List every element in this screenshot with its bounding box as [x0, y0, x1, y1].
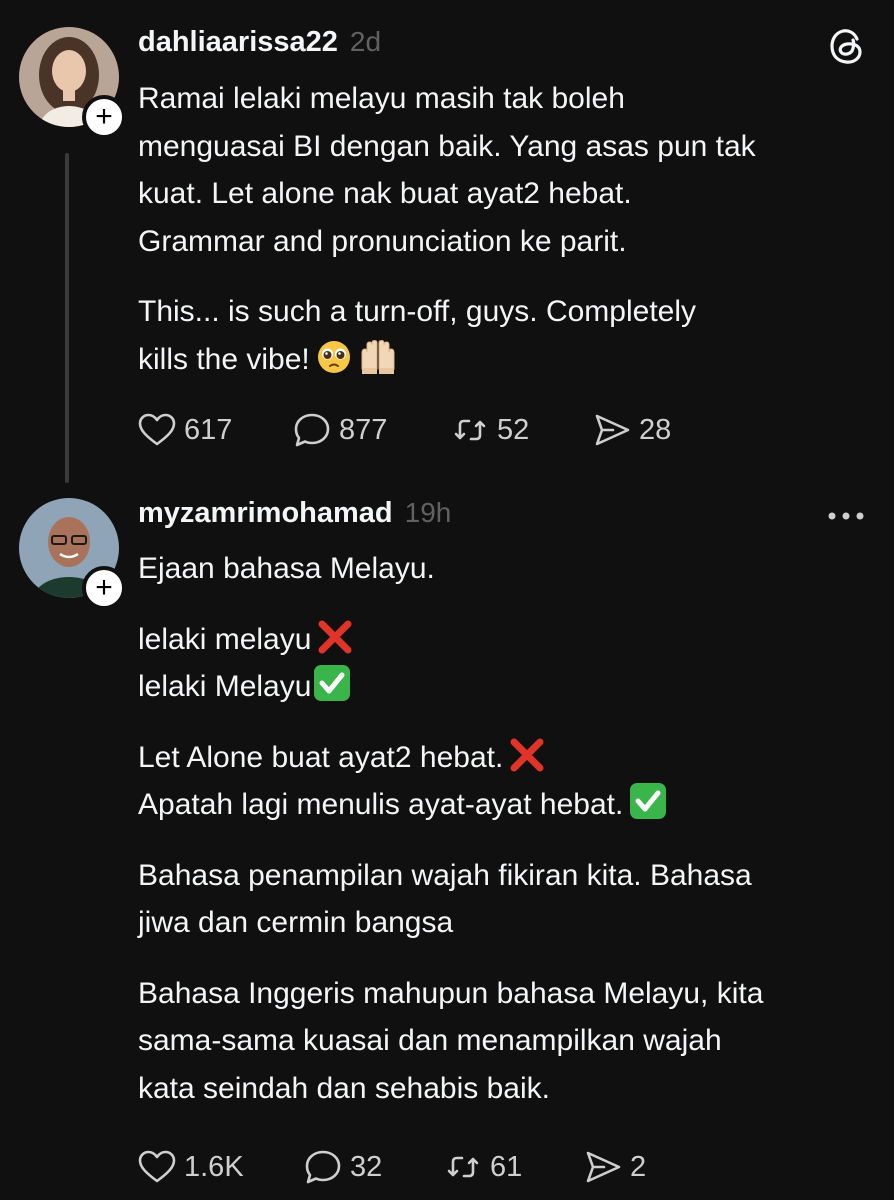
thread-connector-line — [65, 153, 69, 483]
post-text-line: lelaki melayu — [138, 616, 878, 664]
heart-icon — [138, 413, 176, 446]
like-count: 1.6K — [184, 1150, 244, 1183]
cross-mark-icon — [510, 738, 544, 771]
comment-button[interactable]: 32 — [304, 1149, 444, 1185]
repost-icon — [454, 419, 486, 441]
post-body: Ramai lelaki melayu masih tak boleh meng… — [138, 75, 878, 383]
pleading-face-icon — [317, 340, 350, 373]
follow-plus-button[interactable]: + — [82, 95, 126, 139]
like-count: 617 — [184, 413, 233, 446]
post-text-line: This... is such a turn-off, guys. Comple… — [138, 295, 697, 328]
post-text-line: jiwa dan cermin bangsa — [138, 906, 454, 939]
comment-button[interactable]: 877 — [293, 412, 451, 448]
username[interactable]: myzamrimohamad — [138, 497, 393, 530]
like-button[interactable]: 1.6K — [138, 1150, 304, 1184]
comment-icon — [305, 1150, 341, 1184]
post-text-line: kills the vibe! — [138, 336, 878, 384]
check-mark-icon — [314, 665, 351, 701]
follow-plus-button[interactable]: + — [82, 566, 126, 610]
plus-icon: + — [95, 100, 113, 133]
post-text-line: Ramai lelaki melayu masih tak boleh — [138, 82, 625, 115]
share-count: 28 — [639, 413, 672, 446]
post-actions: 617 877 52 28 — [138, 412, 671, 448]
share-count: 2 — [630, 1150, 647, 1183]
comment-icon — [294, 413, 330, 447]
like-button[interactable]: 617 — [138, 413, 293, 447]
share-icon — [595, 414, 630, 446]
repost-count: 61 — [490, 1150, 523, 1183]
post-text-line: sama-sama kuasai dan menampilkan wajah — [138, 1024, 722, 1057]
timestamp: 19h — [404, 497, 452, 528]
more-icon[interactable] — [826, 510, 866, 522]
post-text-line: Ejaan bahasa Melayu. — [138, 552, 435, 585]
post-text-line: kata seindah dan sehabis baik. — [138, 1071, 550, 1105]
post-text-line: Bahasa penampilan wajah fikiran kita. Ba… — [138, 858, 752, 892]
post-text-line: menguasai BI dengan baik. Yang asas pun … — [138, 129, 756, 163]
post-text-line: Grammar and pronunciation ke parit. — [138, 224, 627, 258]
username[interactable]: dahliaarissa22 — [138, 26, 338, 59]
threads-logo-icon[interactable] — [826, 25, 868, 67]
repost-icon — [447, 1156, 479, 1178]
post-text-line: Bahasa Inggeris mahupun bahasa Melayu, k… — [138, 976, 764, 1010]
post-text-line: Let Alone buat ayat2 hebat. — [138, 734, 878, 782]
plus-icon: + — [95, 571, 113, 604]
share-button[interactable]: 28 — [593, 413, 671, 447]
comment-count: 877 — [339, 413, 388, 446]
post-text-line: lelaki Melayu — [138, 663, 878, 711]
repost-button[interactable]: 61 — [444, 1149, 584, 1185]
raising-hands-icon — [361, 339, 395, 374]
post-body: Ejaan bahasa Melayu. lelaki melayu lelak… — [138, 545, 878, 1112]
post-actions: 1.6K 32 61 2 — [138, 1149, 646, 1185]
post-text-line: kuat. Let alone nak buat ayat2 hebat. — [138, 177, 632, 210]
cross-mark-icon — [318, 620, 352, 653]
share-icon — [586, 1151, 621, 1183]
heart-icon — [138, 1150, 176, 1183]
check-mark-icon — [630, 783, 667, 819]
repost-button[interactable]: 52 — [451, 412, 593, 448]
comment-count: 32 — [350, 1150, 383, 1183]
post-text-line: Apatah lagi menulis ayat-ayat hebat. — [138, 781, 878, 829]
share-button[interactable]: 2 — [584, 1150, 646, 1184]
timestamp: 2d — [349, 26, 382, 57]
repost-count: 52 — [497, 413, 530, 446]
